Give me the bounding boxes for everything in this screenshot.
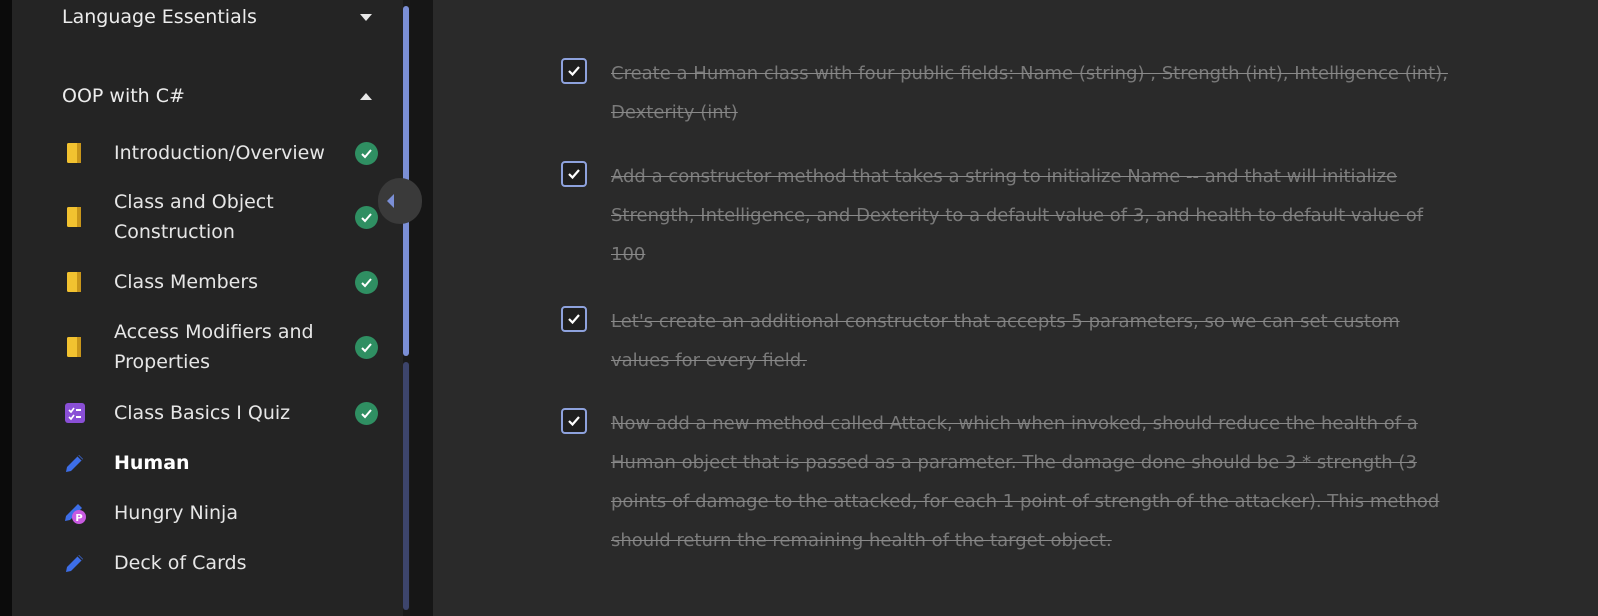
task-checkbox[interactable] [561,408,587,434]
section-language-essentials[interactable]: Language Essentials [62,6,372,28]
task-item: Add a constructor method that takes a st… [561,157,1461,274]
pencil-premium-icon: P [62,500,88,526]
task-text: Let's create an additional constructor t… [611,311,1400,371]
sidebar-item-introduction-overview[interactable]: Introduction/Overview [62,138,378,168]
book-icon [62,334,88,360]
book-icon [62,204,88,230]
chevron-up-icon[interactable] [360,92,372,100]
task-checkbox[interactable] [561,58,587,84]
pencil-icon [62,550,88,576]
task-text: Now add a new method called Attack, whic… [611,413,1440,551]
completed-check-icon [355,335,378,359]
book-icon [62,269,88,295]
assignment-content: Create a Human class with four public fi… [433,0,1598,616]
completed-check-icon [355,401,378,425]
svg-text:P: P [75,513,82,524]
section-oop-csharp[interactable]: OOP with C# [62,85,372,107]
task-item: Now add a new method called Attack, whic… [561,404,1461,560]
sidebar-item-access-modifiers-properties[interactable]: Access Modifiers and Properties [62,317,378,377]
window-edge [0,0,12,616]
sidebar-item-class-members[interactable]: Class Members [62,267,378,297]
task-text: Add a constructor method that takes a st… [611,166,1424,265]
section-title: OOP with C# [62,85,185,107]
sidebar-item-label: Deck of Cards [114,552,247,574]
sidebar-item-label: Class and Object Construction [114,191,274,243]
pencil-icon [62,450,88,476]
task-text: Create a Human class with four public fi… [611,63,1448,123]
sidebar-item-label: Introduction/Overview [114,142,325,164]
quiz-icon [62,400,88,426]
completed-check-icon [355,205,378,229]
section-title: Language Essentials [62,6,257,28]
sidebar-item-class-object-construction[interactable]: Class and Object Construction [62,187,378,247]
sidebar-item-label: Hungry Ninja [114,502,238,524]
sidebar-item-class-basics-quiz[interactable]: Class Basics I Quiz [62,398,378,428]
task-checkbox[interactable] [561,161,587,187]
sidebar-item-hungry-ninja[interactable]: P Hungry Ninja [62,498,378,528]
chevron-left-icon [387,194,394,208]
book-icon [62,140,88,166]
panel-divider [410,0,433,616]
completed-check-icon [355,141,378,165]
sidebar-scrollbar-lower [403,362,409,610]
sidebar-item-label: Access Modifiers and Properties [114,321,314,373]
course-sidebar: Language Essentials OOP with C# Introduc… [12,0,408,616]
sidebar-item-deck-of-cards[interactable]: Deck of Cards [62,548,378,578]
task-item: Create a Human class with four public fi… [561,54,1461,132]
sidebar-item-label: Human [114,452,190,474]
task-checkbox[interactable] [561,306,587,332]
chevron-down-icon[interactable] [360,13,372,21]
sidebar-item-label: Class Members [114,271,259,293]
sidebar-item-label: Class Basics I Quiz [114,402,291,424]
task-item: Let's create an additional constructor t… [561,302,1461,380]
collapse-sidebar-button[interactable] [378,178,422,224]
completed-check-icon [355,270,378,294]
sidebar-item-human[interactable]: Human [62,448,378,478]
